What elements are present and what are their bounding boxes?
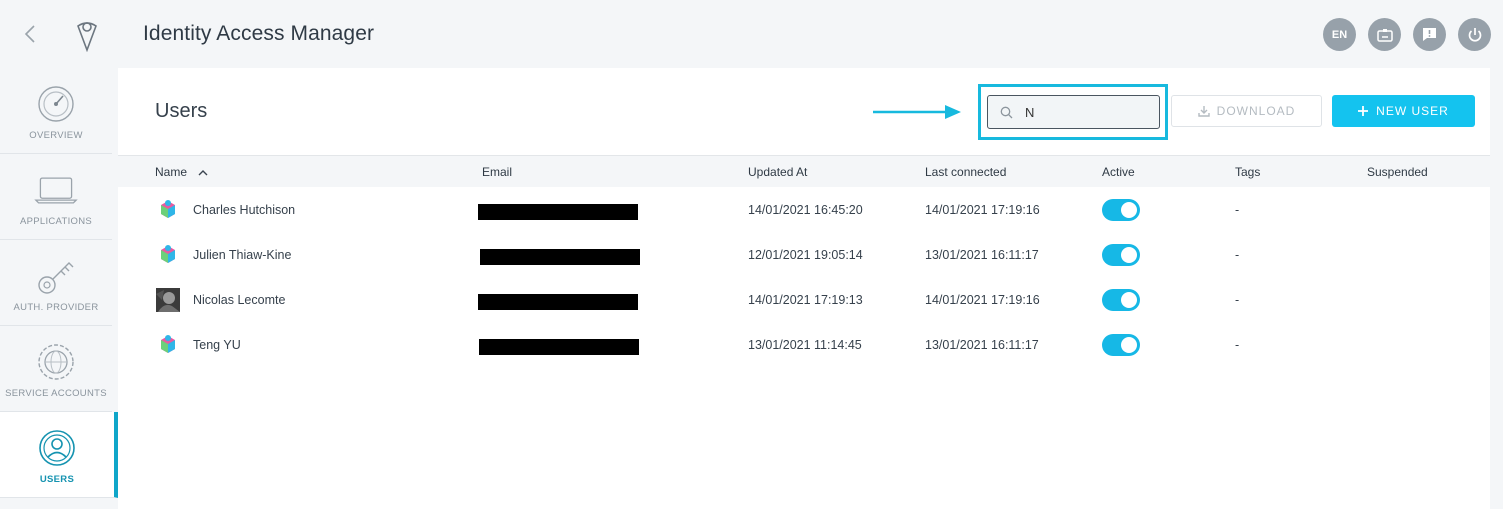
sidebar-item-auth-provider[interactable]: AUTH. PROVIDER xyxy=(0,240,112,326)
redacted-email xyxy=(478,294,638,310)
column-header-name[interactable]: Name xyxy=(155,165,208,179)
user-circle-icon xyxy=(35,426,79,470)
language-button[interactable]: EN xyxy=(1323,18,1356,51)
app-title: Identity Access Manager xyxy=(143,22,375,45)
avatar xyxy=(161,200,175,218)
logout-button[interactable] xyxy=(1458,18,1491,51)
power-icon xyxy=(1468,27,1481,42)
sidebar-item-label: USERS xyxy=(39,474,75,485)
new-user-button[interactable]: NEW USER xyxy=(1332,95,1475,127)
avatar-photo xyxy=(156,288,180,312)
user-name: Nicolas Lecomte xyxy=(193,293,286,307)
user-name: Teng YU xyxy=(193,338,241,352)
sidebar-item-users[interactable]: USERS xyxy=(0,412,118,498)
updated-at: 14/01/2021 17:19:13 xyxy=(748,293,863,307)
table-row[interactable]: Teng YU 13/01/2021 11:14:45 13/01/2021 1… xyxy=(118,323,1490,368)
column-header-email[interactable]: Email xyxy=(482,165,512,179)
active-toggle[interactable] xyxy=(1102,289,1140,311)
tags: - xyxy=(1235,248,1240,262)
table-row[interactable]: Charles Hutchison 14/01/2021 16:45:20 14… xyxy=(118,188,1490,233)
last-connected: 13/01/2021 16:11:17 xyxy=(925,338,1039,352)
sidebar-item-label: OVERVIEW xyxy=(29,130,83,141)
active-toggle[interactable] xyxy=(1102,244,1140,266)
sidebar-item-label: SERVICE ACCOUNTS xyxy=(5,388,107,399)
column-header-updated-at[interactable]: Updated At xyxy=(748,165,807,179)
column-header-tags[interactable]: Tags xyxy=(1235,165,1260,179)
main-panel: Users DOWNLOAD NEW USER Name Email Updat… xyxy=(118,68,1490,509)
redacted-email xyxy=(478,204,638,220)
gauge-icon xyxy=(34,82,78,126)
active-toggle[interactable] xyxy=(1102,334,1140,356)
redacted-email xyxy=(479,339,639,355)
table-row[interactable]: Nicolas Lecomte 14/01/2021 17:19:13 14/0… xyxy=(118,278,1490,323)
logo xyxy=(77,22,97,52)
search-input[interactable] xyxy=(1025,104,1145,120)
tags: - xyxy=(1235,338,1240,352)
updated-at: 12/01/2021 19:05:14 xyxy=(748,248,863,262)
message-alert-icon xyxy=(1423,28,1436,41)
sidebar: OVERVIEW APPLICATIONS AUTH. PROVIDER SER… xyxy=(0,68,118,509)
column-header-suspended[interactable]: Suspended xyxy=(1367,165,1428,179)
download-button[interactable]: DOWNLOAD xyxy=(1171,95,1322,127)
download-label: DOWNLOAD xyxy=(1216,104,1296,118)
user-name: Charles Hutchison xyxy=(193,203,296,217)
gear-globe-icon xyxy=(34,340,78,384)
key-icon xyxy=(34,254,78,298)
new-user-label: NEW USER xyxy=(1376,104,1449,118)
search-icon xyxy=(1000,106,1013,118)
last-connected: 13/01/2021 16:11:17 xyxy=(925,248,1039,262)
sidebar-item-label: AUTH. PROVIDER xyxy=(13,302,99,313)
badge-button[interactable] xyxy=(1368,18,1401,51)
redacted-email xyxy=(480,249,640,265)
chevron-left-icon xyxy=(24,25,35,43)
sort-asc-icon xyxy=(198,170,208,176)
id-card-icon xyxy=(1376,28,1393,42)
sidebar-item-service-accounts[interactable]: SERVICE ACCOUNTS xyxy=(0,326,112,412)
updated-at: 13/01/2021 11:14:45 xyxy=(748,338,862,352)
download-icon xyxy=(1197,106,1210,117)
table-header: Name Email Updated At Last connected Act… xyxy=(118,155,1490,187)
last-connected: 14/01/2021 17:19:16 xyxy=(925,203,1040,217)
top-icons: EN xyxy=(1323,18,1491,51)
page-title: Users xyxy=(155,100,208,122)
avatar xyxy=(161,245,175,263)
column-header-active[interactable]: Active xyxy=(1102,165,1135,179)
top-bar: Identity Access Manager EN xyxy=(0,0,1503,68)
tags: - xyxy=(1235,203,1240,217)
last-connected: 14/01/2021 17:19:16 xyxy=(925,293,1040,307)
column-header-last-connected[interactable]: Last connected xyxy=(925,165,1006,179)
avatar xyxy=(161,335,175,353)
tags: - xyxy=(1235,293,1240,307)
search-field[interactable] xyxy=(987,95,1160,129)
user-name: Julien Thiaw-Kine xyxy=(193,248,292,262)
back-button[interactable] xyxy=(16,20,44,48)
table-row[interactable]: Julien Thiaw-Kine 12/01/2021 19:05:14 13… xyxy=(118,233,1490,278)
arrow-right-icon xyxy=(873,105,961,119)
sidebar-item-applications[interactable]: APPLICATIONS xyxy=(0,154,112,240)
sidebar-item-label: APPLICATIONS xyxy=(19,216,93,227)
sidebar-item-overview[interactable]: OVERVIEW xyxy=(0,68,112,154)
active-toggle[interactable] xyxy=(1102,199,1140,221)
plus-icon xyxy=(1358,106,1369,116)
laptop-icon xyxy=(34,168,78,212)
feedback-button[interactable] xyxy=(1413,18,1446,51)
updated-at: 14/01/2021 16:45:20 xyxy=(748,203,863,217)
